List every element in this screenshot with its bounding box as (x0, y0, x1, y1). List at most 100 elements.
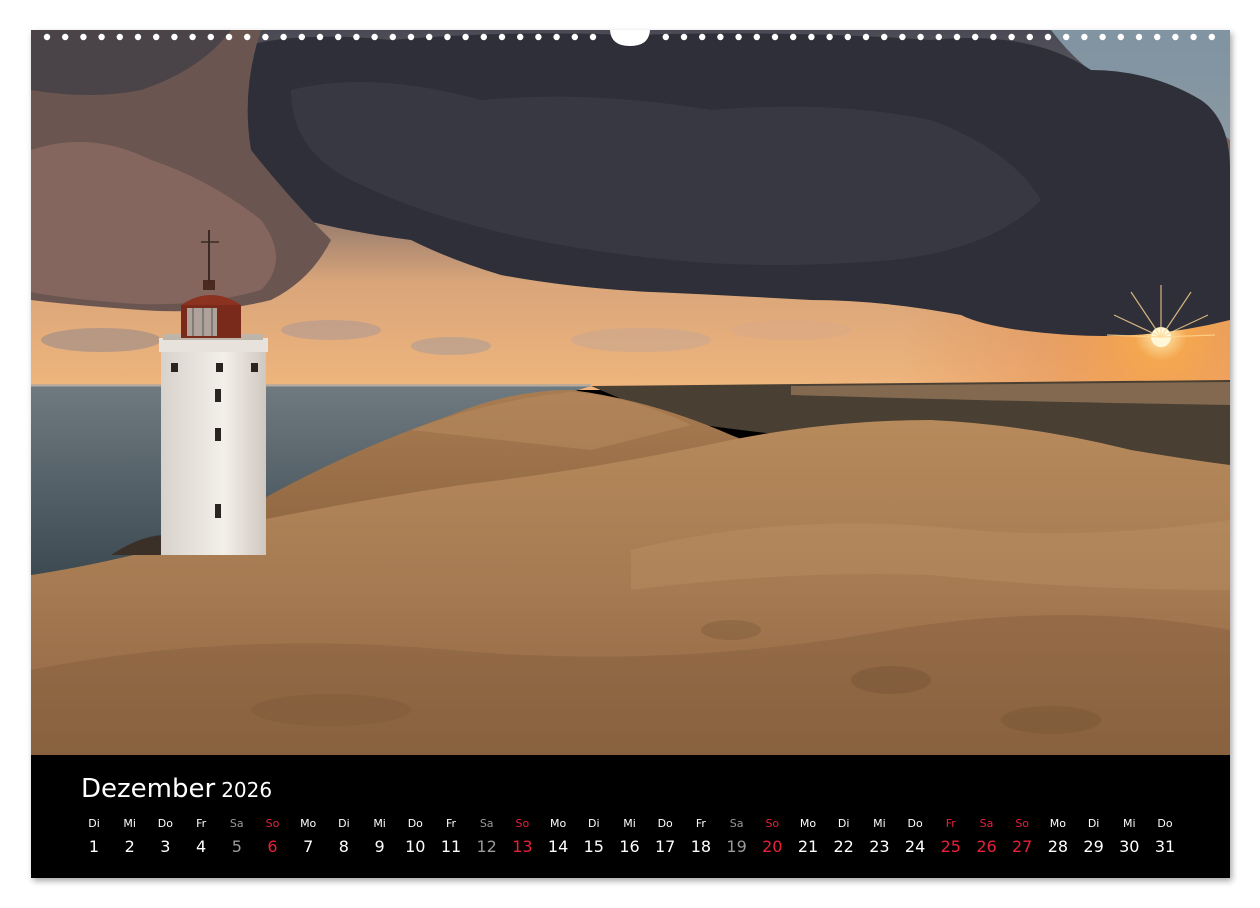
day-cell: Mo 28 (1040, 817, 1076, 858)
day-cell: So 6 (255, 817, 291, 858)
weekday-label: Do (1157, 817, 1173, 830)
day-cell: So 20 (754, 817, 790, 858)
day-number: 25 (940, 837, 961, 856)
day-cell: Fr 18 (683, 817, 719, 858)
weekday-label: Fr (945, 817, 956, 830)
weekday-label: Fr (196, 817, 207, 830)
day-cell: Mi 9 (362, 817, 398, 858)
day-number: 8 (338, 837, 349, 856)
weekday-label: Do (657, 817, 673, 830)
year: 2026 (221, 778, 273, 802)
day-number: 15 (583, 837, 604, 856)
day-number: 7 (303, 837, 314, 856)
day-number: 11 (440, 837, 462, 856)
day-number: 30 (1119, 837, 1140, 856)
day-number: 3 (160, 837, 171, 856)
day-cell: Di 1 (76, 817, 112, 858)
day-cell: Fr 25 (933, 817, 969, 858)
weekday-label: Mo (1049, 817, 1066, 830)
day-cell: Di 15 (576, 817, 612, 858)
day-cell: Mo 7 (290, 817, 326, 858)
day-number: 19 (726, 837, 747, 856)
day-cell: Sa 5 (219, 817, 255, 858)
day-row: Di 1 Mi 2 Do 3 Fr 4 Sa 5 So 6 Mo 7 Di 8 Mi 9 Do 10 Fr 11 Sa 12 S… (76, 817, 1206, 867)
weekday-label: Fr (445, 817, 457, 830)
day-number: 22 (833, 837, 854, 856)
weekday-label: Sa (229, 817, 244, 830)
lighthouse-dune-photo (31, 30, 1230, 755)
day-number: 23 (869, 837, 890, 856)
day-cell: Sa 19 (719, 817, 755, 858)
day-number: 29 (1083, 837, 1104, 856)
day-cell: Di 22 (826, 817, 862, 858)
weekday-label: Do (407, 817, 423, 830)
day-cell: Mo 14 (540, 817, 576, 858)
day-cell: So 27 (1004, 817, 1040, 858)
day-number: 5 (231, 837, 242, 856)
weekday-label: Do (907, 817, 923, 830)
weekday-label: So (1015, 817, 1030, 830)
calendar-bar: Dezember 2026 Di 1 Mi 2 Do 3 Fr 4 Sa 5 So 6 Mo 7 Di 8 Mi 9… (31, 755, 1230, 878)
day-cell: Mo 21 (790, 817, 826, 858)
day-number: 2 (124, 837, 135, 856)
day-cell: Mi 23 (861, 817, 897, 858)
day-cell: Di 29 (1076, 817, 1112, 858)
day-number: 18 (690, 837, 712, 856)
weekday-label: Mo (300, 817, 317, 830)
day-number: 10 (405, 837, 426, 856)
calendar-page: Dezember 2026 Di 1 Mi 2 Do 3 Fr 4 Sa 5 So 6 Mo 7 Di 8 Mi 9… (31, 30, 1230, 878)
weekday-label: Mi (1123, 817, 1136, 830)
weekday-label: So (515, 817, 530, 830)
weekday-label: Mo (799, 817, 817, 830)
month-name: Dezember (81, 774, 216, 804)
weekday-label: Mi (873, 817, 886, 830)
weekday-label: Sa (979, 817, 994, 830)
day-cell: Mi 16 (612, 817, 648, 858)
day-number: 14 (547, 837, 569, 856)
day-number: 28 (1047, 837, 1069, 856)
day-cell: Do 17 (647, 817, 683, 858)
day-cell: Do 24 (897, 817, 933, 858)
day-number: 17 (655, 837, 676, 856)
weekday-label: Sa (729, 817, 744, 830)
day-cell: Mi 30 (1111, 817, 1147, 858)
day-cell: Di 8 (326, 817, 362, 858)
day-cell: Mi 2 (112, 817, 148, 858)
day-cell: Do 3 (147, 817, 183, 858)
day-number: 21 (797, 837, 819, 856)
day-number: 16 (619, 837, 640, 856)
weekday-label: Do (157, 817, 173, 830)
day-number: 12 (476, 837, 497, 856)
weekday-label: Mi (623, 817, 636, 830)
day-number: 31 (1154, 837, 1176, 856)
day-cell: Sa 26 (969, 817, 1005, 858)
weekday-label: Mi (373, 817, 386, 830)
weekday-label: So (265, 817, 280, 830)
weekday-label: Mi (123, 817, 136, 830)
weekday-label: Sa (479, 817, 494, 830)
day-cell: Sa 12 (469, 817, 505, 858)
day-cell: Fr 4 (183, 817, 219, 858)
day-cell: Do 10 (397, 817, 433, 858)
weekday-label: Di (837, 817, 850, 830)
weekday-label: Di (588, 817, 600, 830)
day-cell: Fr 11 (433, 817, 469, 858)
weekday-label: So (765, 817, 780, 830)
weekday-label: Mo (549, 817, 567, 830)
weekday-label: Di (1087, 817, 1100, 830)
day-number: 20 (762, 837, 783, 856)
day-number: 26 (976, 837, 997, 856)
day-cell: So 13 (504, 817, 540, 858)
day-number: 4 (196, 837, 207, 856)
day-number: 24 (904, 837, 926, 856)
day-number: 27 (1012, 837, 1033, 856)
day-cell: Do 31 (1147, 817, 1183, 858)
day-number: 1 (88, 837, 100, 856)
weekday-label: Fr (695, 817, 706, 830)
month-title: Dezember 2026 (81, 773, 272, 806)
day-number: 13 (512, 837, 533, 856)
weekday-label: Di (88, 817, 100, 830)
day-number: 9 (374, 837, 385, 856)
day-number: 6 (267, 837, 278, 856)
weekday-label: Di (338, 817, 350, 830)
